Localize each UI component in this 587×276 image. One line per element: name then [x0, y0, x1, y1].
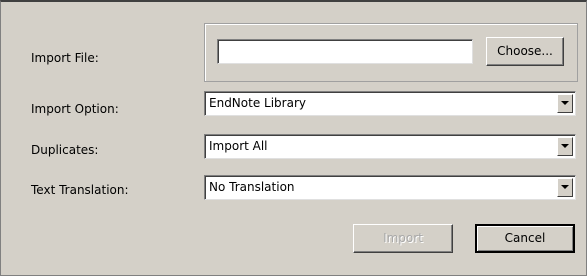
chevron-down-icon: [561, 144, 569, 148]
duplicates-value: Import All: [209, 139, 268, 153]
import-file-input[interactable]: [217, 39, 473, 64]
duplicates-dropdown-button[interactable]: [557, 137, 573, 156]
chevron-down-icon: [561, 185, 569, 189]
import-option-value: EndNote Library: [209, 96, 306, 110]
import-dialog: Import File: Choose... Import Option: En…: [0, 0, 587, 276]
choose-button[interactable]: Choose...: [486, 37, 564, 66]
import-file-label: Import File:: [31, 51, 99, 65]
text-translation-label: Text Translation:: [31, 183, 129, 197]
duplicates-select[interactable]: Import All: [204, 134, 576, 159]
import-option-select[interactable]: EndNote Library: [204, 91, 576, 116]
text-translation-dropdown-button[interactable]: [557, 178, 573, 197]
text-translation-value: No Translation: [209, 180, 295, 194]
text-translation-select[interactable]: No Translation: [204, 175, 576, 200]
import-option-dropdown-button[interactable]: [557, 94, 573, 113]
duplicates-label: Duplicates:: [31, 143, 99, 157]
chevron-down-icon: [561, 101, 569, 105]
import-option-label: Import Option:: [31, 102, 119, 116]
cancel-button[interactable]: Cancel: [475, 224, 575, 253]
import-button[interactable]: Import: [353, 224, 453, 253]
